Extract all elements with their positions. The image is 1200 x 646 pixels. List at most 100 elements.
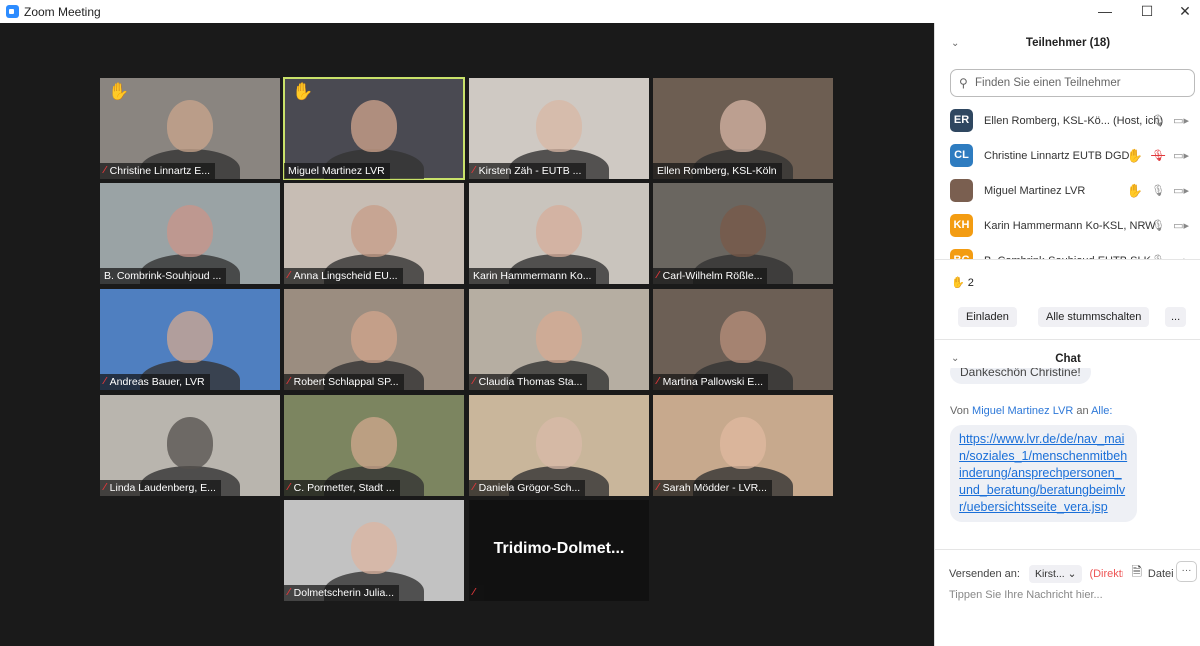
file-icon[interactable]: 🗎 xyxy=(1131,563,1141,585)
participant-video-face xyxy=(351,417,397,470)
video-tile[interactable]: Ellen Romberg, KSL-Köln xyxy=(653,78,833,179)
invite-button[interactable]: Einladen xyxy=(958,307,1017,327)
participant-video-face xyxy=(720,311,766,364)
raised-hand-icon: ✋ xyxy=(108,82,130,101)
tile-name-label: ⁄ Martina Pallowski E... xyxy=(653,374,769,390)
mic-icon[interactable]: 🎙 xyxy=(1151,219,1165,232)
video-tile[interactable]: ⁄ C. Pormetter, Stadt ... xyxy=(284,395,464,496)
participant-video-face xyxy=(167,417,213,470)
participant-name: Ellen Romberg, KSL-Kö... (Host, ich) xyxy=(984,114,1164,127)
video-tile[interactable]: Tridimo-Dolmet... ⁄ xyxy=(469,500,649,601)
participant-row[interactable]: Miguel Martinez LVR ✋ 🎙 ▭▸ xyxy=(935,173,1200,208)
minimize-button[interactable]: — xyxy=(1085,0,1125,23)
video-tile[interactable]: ✋ ⁄ Christine Linnartz E... xyxy=(100,78,280,179)
muted-mic-icon: ⁄ xyxy=(657,482,659,493)
participant-name: Anna Lingscheid EU... xyxy=(293,270,398,282)
chat-more-icon[interactable]: ··· xyxy=(1176,561,1197,582)
participant-video-face xyxy=(536,417,582,470)
chevron-down-icon: ⌄ xyxy=(1067,568,1077,580)
participant-video-face xyxy=(351,100,397,153)
muted-mic-icon: ⁄ xyxy=(104,482,106,493)
avatar: ER xyxy=(950,109,973,132)
video-tile[interactable]: ⁄ Martina Pallowski E... xyxy=(653,289,833,390)
file-button[interactable]: Datei xyxy=(1148,568,1174,580)
participant-row[interactable]: ER Ellen Romberg, KSL-Kö... (Host, ich) … xyxy=(935,103,1200,138)
participant-video-face xyxy=(536,205,582,258)
tile-name-label: ⁄ Dolmetscherin Julia... xyxy=(284,585,400,601)
participant-name: Andreas Bauer, LVR xyxy=(109,376,205,388)
video-tile[interactable]: ⁄ Carl-Wilhelm Rößle... xyxy=(653,183,833,284)
video-tile[interactable]: ⁄ Andreas Bauer, LVR xyxy=(100,289,280,390)
from-prefix: Von xyxy=(950,405,969,417)
participant-name: Kirsten Zäh - EUTB ... xyxy=(478,165,582,177)
mute-all-button[interactable]: Alle stummschalten xyxy=(1038,307,1150,327)
sender-name[interactable]: Miguel Martinez LVR xyxy=(972,405,1073,417)
tile-name-label: ⁄ Claudia Thomas Sta... xyxy=(469,374,588,390)
participant-video-face xyxy=(351,311,397,364)
direct-message-label: (Direktn xyxy=(1089,568,1123,580)
participant-name: Claudia Thomas Sta... xyxy=(478,376,583,388)
muted-mic-icon: ⁄ xyxy=(288,587,290,598)
tile-name-label: ⁄ Sarah Mödder - LVR... xyxy=(653,480,772,496)
video-tile[interactable]: ✋ Miguel Martinez LVR xyxy=(283,77,465,180)
to-word: an xyxy=(1076,405,1089,417)
zoom-logo-icon xyxy=(6,5,19,18)
tile-name-label: Ellen Romberg, KSL-Köln xyxy=(653,163,782,179)
close-button[interactable]: ✕ xyxy=(1165,0,1200,23)
video-tile[interactable]: ⁄ Robert Schlappal SP... xyxy=(284,289,464,390)
video-camera-icon[interactable]: ▭▸ xyxy=(1173,184,1189,197)
video-gallery: ✋ ⁄ Christine Linnartz E... ✋ Miguel Martine… xyxy=(0,23,934,646)
raised-hands-count: ✋ 2 xyxy=(951,276,974,289)
mic-icon[interactable]: 🎙 xyxy=(1151,254,1165,259)
participant-name: Miguel Martinez LVR xyxy=(984,184,1086,197)
video-tile[interactable]: ⁄ Anna Lingscheid EU... xyxy=(284,183,464,284)
video-tile[interactable]: ⁄ Sarah Mödder - LVR... xyxy=(653,395,833,496)
avatar: KH xyxy=(950,214,973,237)
chat-messages[interactable]: Dankeschön Christine! Von Miguel Martine… xyxy=(935,368,1200,550)
tile-display-name: Tridimo-Dolmet... xyxy=(493,540,625,557)
mic-muted-icon[interactable]: 🎙 xyxy=(1151,149,1165,162)
video-camera-icon[interactable]: ▭▸ xyxy=(1173,254,1189,259)
participant-row[interactable]: BC B. Combrink-Souhjoud EUTB SLK 🎙 ▭▸ xyxy=(935,243,1200,260)
tile-name-label: ⁄ Christine Linnartz E... xyxy=(100,163,216,179)
video-camera-icon[interactable]: ▭▸ xyxy=(1173,219,1189,232)
video-tile[interactable]: B. Combrink-Souhjoud ... xyxy=(100,183,280,284)
muted-mic-icon: ⁄ xyxy=(473,482,475,493)
participant-row[interactable]: CL Christine Linnartz EUTB DGD ✋ 🎙 ▭▸ xyxy=(935,138,1200,173)
mic-icon[interactable]: 🎙 xyxy=(1151,114,1165,127)
participant-row[interactable]: KH Karin Hammermann Ko-KSL, NRW 🎙 ▭▸ xyxy=(935,208,1200,243)
video-tile[interactable]: ⁄ Claudia Thomas Sta... xyxy=(469,289,649,390)
muted-mic-icon: ⁄ xyxy=(657,376,659,387)
participant-video-face xyxy=(167,100,213,153)
raised-hand-icon: ✋ xyxy=(292,82,314,101)
mic-icon[interactable]: 🎙 xyxy=(1151,184,1165,197)
send-to-label: Versenden an: xyxy=(949,568,1020,580)
participant-name: Daniela Grögor-Sch... xyxy=(478,482,581,494)
video-camera-icon[interactable]: ▭▸ xyxy=(1173,114,1189,127)
participant-list[interactable]: ER Ellen Romberg, KSL-Kö... (Host, ich) … xyxy=(935,103,1200,260)
muted-mic-icon: ⁄ xyxy=(288,482,290,493)
video-camera-icon[interactable]: ▭▸ xyxy=(1173,149,1189,162)
chat-link[interactable]: https://www.lvr.de/de/nav_main/soziales_… xyxy=(959,432,1127,514)
participant-name: C. Pormetter, Stadt ... xyxy=(293,482,395,494)
video-tile[interactable]: Karin Hammermann Ko... xyxy=(469,183,649,284)
tile-name-label: ⁄ Linda Laudenberg, E... xyxy=(100,480,221,496)
participant-name: Karin Hammermann Ko-KSL, NRW xyxy=(984,219,1156,232)
participant-video-face xyxy=(167,311,213,364)
video-tile[interactable]: ⁄ Daniela Grögor-Sch... xyxy=(469,395,649,496)
maximize-button[interactable]: ☐ xyxy=(1127,0,1167,23)
chat-input[interactable]: Tippen Sie Ihre Nachricht hier... xyxy=(949,589,1103,601)
participant-name: Christine Linnartz E... xyxy=(109,165,211,177)
recipient-dropdown[interactable]: Kirst... ⌄ xyxy=(1028,565,1083,583)
recipient-name[interactable]: Alle: xyxy=(1091,405,1112,417)
participant-name: B. Combrink-Souhjoud EUTB SLK xyxy=(984,255,1151,260)
video-tile[interactable]: ⁄ Dolmetscherin Julia... xyxy=(284,500,464,601)
video-tile[interactable]: ⁄ Linda Laudenberg, E... xyxy=(100,395,280,496)
tile-name-label: ⁄ Kirsten Zäh - EUTB ... xyxy=(469,163,587,179)
video-tile[interactable]: ⁄ Kirsten Zäh - EUTB ... xyxy=(469,78,649,179)
avatar xyxy=(950,179,973,202)
window-title: Zoom Meeting xyxy=(24,4,101,19)
participant-video-face xyxy=(351,205,397,258)
more-options-button[interactable]: ... xyxy=(1165,307,1187,327)
participant-search-input[interactable]: ⚲ Finden Sie einen Teilnehmer xyxy=(950,69,1195,97)
